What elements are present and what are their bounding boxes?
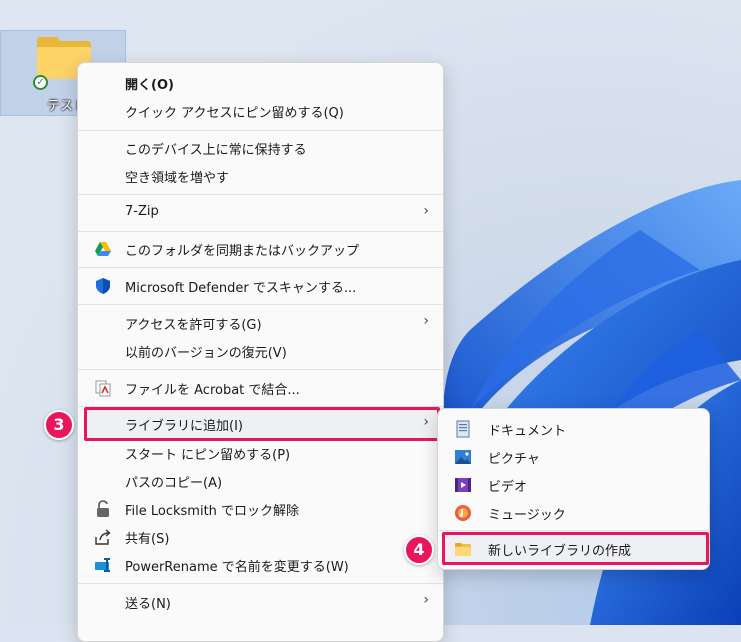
menu-item-label: Microsoft Defender でスキャンする... [125,281,357,296]
separator [78,583,443,584]
defender-shield-icon [96,278,110,294]
chevron-right-icon: › [423,592,429,608]
step-badge-3: 3 [44,410,74,440]
menu-item-label: 空き領域を増やす [125,171,230,186]
menu-item-label: このフォルダを同期またはバックアップ [125,244,360,259]
menu-item-label: 送る(N) [125,597,171,612]
submenu-item-new-library[interactable]: 新しいライブラリの作成 [442,535,705,563]
menu-item-pin-start[interactable]: スタート にピン留めする(P) [82,439,439,467]
menu-item-label: 共有(S) [125,532,170,547]
pictures-icon [455,450,471,464]
separator [78,369,443,370]
menu-item-label: クイック アクセスにピン留めする(Q) [125,106,344,121]
menu-item-defender-scan[interactable]: Microsoft Defender でスキャンする... [82,272,439,300]
chevron-right-icon: › [423,203,429,219]
powerrename-icon [95,558,110,572]
chevron-right-icon: › [423,414,429,430]
menu-item-add-to-library[interactable]: ライブラリに追加(I) › [82,410,439,438]
separator [78,194,443,195]
share-icon [95,529,111,545]
menu-item-free-space[interactable]: 空き領域を増やす [82,162,439,190]
menu-item-acrobat-combine[interactable]: ファイルを Acrobat で結合... [82,374,439,402]
context-menu: 開く(O) クイック アクセスにピン留めする(Q) このデバイス上に常に保持する… [77,62,444,642]
separator [78,304,443,305]
videos-icon [455,478,471,492]
lock-icon [97,500,109,517]
menu-item-label: スタート にピン留めする(P) [125,448,291,463]
menu-item-label: 7-Zip [125,204,159,219]
menu-item-file-locksmith[interactable]: File Locksmith でロック解除 [82,495,439,523]
menu-item-give-access[interactable]: アクセスを許可する(G) › [82,309,439,337]
sync-check-icon: ✓ [33,75,48,90]
menu-item-share[interactable]: 共有(S) [82,523,439,551]
music-icon [455,505,471,521]
submenu-item-pictures[interactable]: ピクチャ [442,443,705,471]
menu-item-label: ライブラリに追加(I) [125,419,243,434]
step-badge-4: 4 [404,535,434,565]
menu-item-label: 以前のバージョンの復元(V) [125,346,287,361]
acrobat-icon [95,380,111,397]
menu-item-powerrename[interactable]: PowerRename で名前を変更する(W) [82,551,439,579]
menu-item-send-to[interactable]: 送る(N) › [82,588,439,616]
submenu-item-label: 新しいライブラリの作成 [488,544,632,559]
menu-item-label: ファイルを Acrobat で結合... [125,383,300,398]
menu-item-label: パスのコピー(A) [125,476,223,491]
google-drive-icon [95,242,111,256]
menu-item-always-keep[interactable]: このデバイス上に常に保持する [82,134,439,162]
submenu-item-music[interactable]: ミュージック [442,499,705,527]
new-library-icon [455,543,471,556]
menu-item-label: 開く(O) [125,78,174,93]
menu-item-label: このデバイス上に常に保持する [125,143,307,158]
submenu-item-label: ミュージック [488,508,566,523]
menu-item-label: PowerRename で名前を変更する(W) [125,560,349,575]
menu-item-pin-quick-access[interactable]: クイック アクセスにピン留めする(Q) [82,97,439,125]
submenu-item-documents[interactable]: ドキュメント [442,415,705,443]
menu-item-open[interactable]: 開く(O) [82,69,439,97]
menu-item-drive-sync[interactable]: このフォルダを同期またはバックアップ [82,235,439,263]
menu-item-7zip[interactable]: 7-Zip › [82,199,439,227]
menu-item-restore-versions[interactable]: 以前のバージョンの復元(V) [82,337,439,365]
library-submenu: ドキュメント ピクチャ ビデオ ミュージック 新しいライブラリの作成 [437,408,710,570]
menu-item-copy-path[interactable]: パスのコピー(A) [82,467,439,495]
separator [78,267,443,268]
documents-icon [456,420,470,438]
menu-item-label: File Locksmith でロック解除 [125,504,300,519]
chevron-right-icon: › [423,313,429,329]
separator [78,231,443,232]
submenu-item-videos[interactable]: ビデオ [442,471,705,499]
separator [78,130,443,131]
submenu-item-label: ビデオ [488,480,528,495]
menu-item-label: アクセスを許可する(G) [125,318,262,333]
submenu-item-label: ドキュメント [488,424,567,439]
submenu-item-label: ピクチャ [488,452,540,467]
separator [438,530,709,531]
